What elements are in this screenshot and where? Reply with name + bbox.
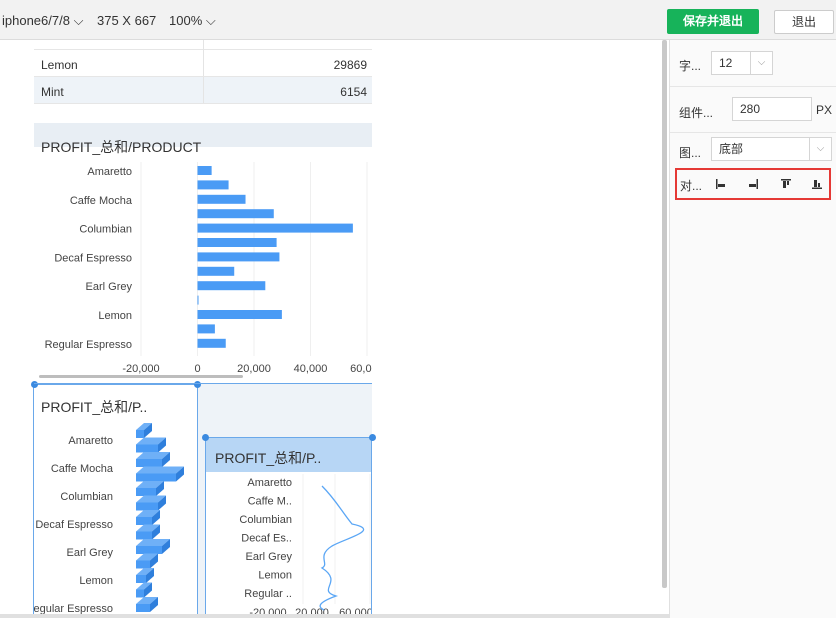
chart1-scrollbar[interactable] bbox=[39, 375, 243, 378]
x-tick-label: 60,000 bbox=[350, 363, 372, 375]
x-tick-label: 40,000 bbox=[294, 363, 328, 375]
bar bbox=[197, 238, 277, 247]
bar bbox=[197, 166, 212, 175]
top-toolbar: iphone6/7/8 ⌵ 375 X 667 100% ⌵ 保存并退出 退出 bbox=[0, 0, 836, 40]
resize-handle[interactable] bbox=[369, 434, 376, 441]
x-tick-label: 20,000 bbox=[237, 363, 271, 375]
resolution-label: 375 X 667 bbox=[97, 13, 157, 28]
bar bbox=[136, 517, 152, 525]
device-select[interactable]: iphone6/7/8 ⌵ bbox=[2, 13, 83, 29]
data-table: Lemon 29869 Mint 6154 bbox=[34, 40, 372, 147]
width-input[interactable]: 280 bbox=[732, 97, 812, 121]
resize-handle[interactable] bbox=[202, 434, 209, 441]
y-tick-label: Caffe M.. bbox=[248, 496, 292, 508]
chart2-title: PROFIT_总和/P.. bbox=[41, 399, 148, 415]
bar bbox=[197, 338, 226, 348]
x-tick-label: -20,000 bbox=[122, 363, 159, 375]
bar bbox=[136, 575, 146, 583]
y-tick-label: Columbian bbox=[239, 514, 292, 526]
exit-button[interactable]: 退出 bbox=[774, 10, 834, 34]
table-row: Lemon 29869 bbox=[34, 50, 372, 77]
y-tick-label: Earl Grey bbox=[67, 547, 114, 559]
bar bbox=[136, 430, 144, 438]
bar bbox=[197, 324, 215, 334]
align-left-icon[interactable] bbox=[715, 178, 727, 190]
y-tick-label: Amaretto bbox=[68, 435, 113, 447]
bar bbox=[136, 502, 158, 511]
bar bbox=[136, 473, 176, 482]
bar bbox=[136, 444, 158, 453]
bar bbox=[136, 546, 162, 554]
bar bbox=[197, 266, 235, 276]
y-tick-label: Earl Grey bbox=[86, 281, 133, 293]
y-tick-label: Regular .. bbox=[244, 588, 292, 600]
bar bbox=[197, 295, 199, 305]
y-tick-label: Regular Espresso bbox=[45, 339, 132, 351]
bar bbox=[197, 194, 246, 204]
bar-chart-profit: -20,000 0 20,000 40,000 60,000 Amaretto Caffe … bbox=[45, 162, 372, 375]
bar-chart-3d: Amaretto Caffe Mocha Columbian Decaf Espres… bbox=[34, 423, 184, 615]
align-label: 对... bbox=[680, 179, 703, 193]
save-exit-button[interactable]: 保存并退出 bbox=[667, 9, 759, 34]
bar bbox=[197, 310, 282, 319]
design-canvas: Lemon 29869 Mint 6154 PROFIT_总和/PRODUCT … bbox=[0, 40, 670, 618]
bar bbox=[197, 223, 353, 233]
legend-label: 图... bbox=[679, 146, 702, 160]
bar bbox=[197, 180, 229, 190]
legend-position-select[interactable]: 底部 ⌵ bbox=[711, 137, 832, 161]
bar-top bbox=[136, 466, 184, 474]
x-tick-label: 0 bbox=[194, 363, 200, 375]
bar bbox=[197, 252, 280, 262]
bar bbox=[136, 531, 152, 540]
align-group: 对... bbox=[675, 168, 831, 200]
bar bbox=[136, 589, 144, 598]
property-panel: 字... 12 ⌵ 组件... 280 PX 图... 底部 ⌵ 对... bbox=[670, 40, 836, 618]
y-tick-label: Lemon bbox=[98, 310, 132, 322]
table-row: Mint 6154 bbox=[34, 77, 372, 104]
y-tick-label: Amaretto bbox=[247, 477, 292, 489]
font-size-select[interactable]: 12 ⌵ bbox=[711, 51, 773, 75]
font-size-label: 字... bbox=[679, 59, 702, 73]
bar bbox=[136, 604, 150, 612]
y-tick-label: Caffe Mocha bbox=[70, 195, 133, 207]
y-tick-label: Columbian bbox=[60, 491, 113, 503]
y-tick-label: Lemon bbox=[258, 570, 292, 582]
bar bbox=[197, 281, 266, 291]
y-tick-label: Decaf Espresso bbox=[35, 519, 113, 531]
width-unit: PX bbox=[816, 103, 833, 117]
canvas-hscroll[interactable] bbox=[0, 614, 669, 618]
y-tick-label: Decaf Es.. bbox=[241, 533, 292, 545]
align-top-icon[interactable] bbox=[780, 178, 792, 190]
zoom-select[interactable]: 100% ⌵ bbox=[169, 13, 216, 29]
bar bbox=[136, 560, 150, 569]
bar bbox=[136, 459, 162, 467]
chart3-title: PROFIT_总和/P.. bbox=[215, 450, 322, 466]
chevron-down-icon: ⌵ bbox=[750, 52, 772, 74]
chart1-title: PROFIT_总和/PRODUCT bbox=[41, 139, 202, 155]
width-label: 组件... bbox=[679, 106, 714, 120]
selection-line bbox=[34, 383, 372, 384]
y-tick-label: Caffe Mocha bbox=[51, 463, 114, 475]
line-chart-profit: Amaretto Caffe M.. Columbian Decaf Es.. Earl… bbox=[239, 474, 371, 618]
y-tick-label: Lemon bbox=[79, 575, 113, 587]
align-right-icon[interactable] bbox=[747, 178, 759, 190]
bar bbox=[197, 209, 274, 219]
align-bottom-icon[interactable] bbox=[811, 178, 823, 190]
y-tick-label: Decaf Espresso bbox=[54, 252, 132, 264]
y-tick-label: Columbian bbox=[79, 224, 132, 236]
chevron-down-icon: ⌵ bbox=[809, 138, 831, 160]
bar bbox=[136, 488, 156, 496]
y-tick-label: Amaretto bbox=[87, 166, 132, 178]
canvas-scrollbar[interactable] bbox=[662, 40, 667, 588]
y-tick-label: Earl Grey bbox=[246, 551, 293, 563]
phone-preview: Lemon 29869 Mint 6154 PROFIT_总和/PRODUCT … bbox=[31, 40, 376, 618]
line-series bbox=[319, 485, 365, 611]
